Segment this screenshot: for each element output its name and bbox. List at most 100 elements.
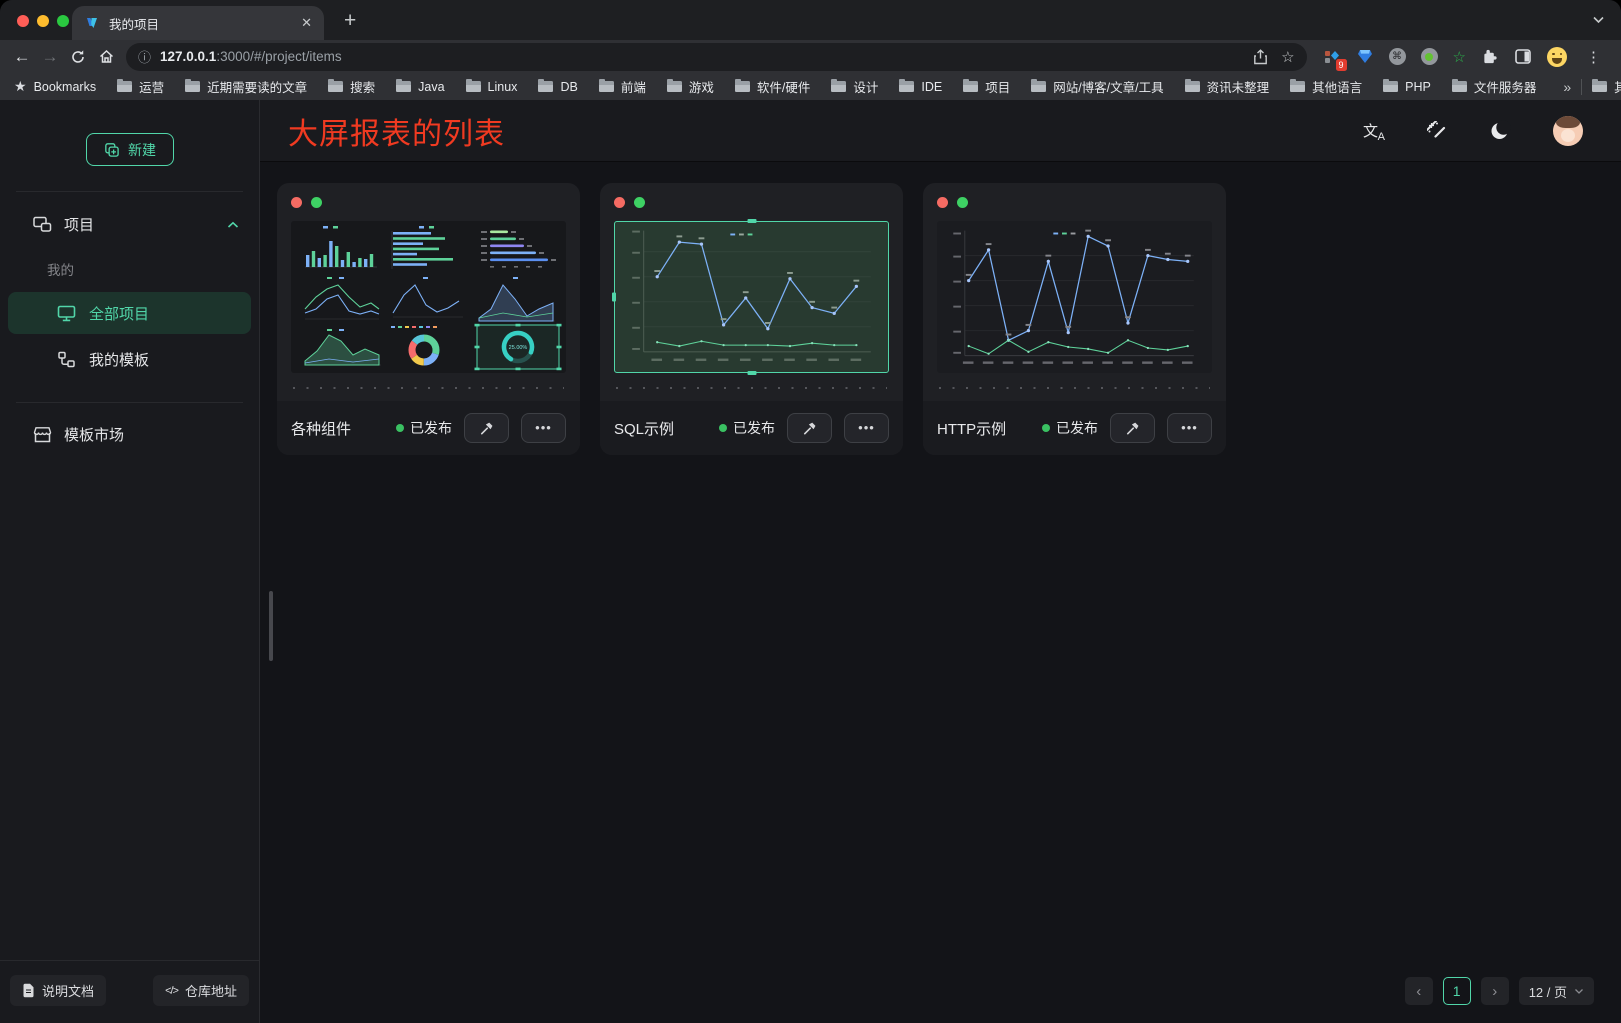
project-card-http[interactable]: HTTP示例 已发布 ••• (923, 183, 1226, 455)
card-footer: SQL示例 已发布 ••• (600, 401, 903, 455)
status-dot (719, 424, 727, 432)
dark-mode-moon-icon[interactable] (1489, 120, 1511, 142)
bookmark-folder[interactable]: 项目 (963, 77, 1010, 96)
components-preview-charts: 25.00% (293, 221, 565, 373)
bookmark-folder[interactable]: 运营 (117, 77, 164, 96)
card-footer: HTTP示例 已发布 ••• (923, 401, 1226, 455)
content-scrollbar-thumb[interactable] (269, 591, 273, 661)
app-header: 大屏报表的列表 文 A (260, 100, 1621, 162)
bookmark-folder[interactable]: Java (396, 80, 444, 94)
extension-grid-icon[interactable]: 9 (1323, 48, 1341, 66)
ellipsis-icon: ••• (1181, 423, 1198, 433)
publish-status: 已发布 (396, 418, 452, 438)
extensions-puzzle-icon[interactable] (1481, 48, 1499, 66)
favicon-goview-icon (84, 15, 100, 31)
more-options-button[interactable]: ••• (521, 413, 566, 443)
folder-icon (1452, 81, 1467, 92)
bookmark-folder[interactable]: 网站/博客/文章/工具 (1031, 77, 1163, 96)
project-card-components[interactable]: 25.00% 各种组件 已发布 (277, 183, 580, 455)
sidebar-group-projects[interactable]: 项目 (0, 192, 259, 235)
sidebar-item-all-projects[interactable]: 全部项目 (8, 292, 251, 334)
bookmark-folder[interactable]: 其他语言 (1290, 77, 1362, 96)
project-cards: 25.00% 各种组件 已发布 (277, 183, 1621, 455)
sidebar-item-template-market[interactable]: 模板市场 (0, 403, 259, 445)
tab-strip: 我的项目 ✕ + (0, 0, 1621, 40)
folder-icon (735, 81, 750, 92)
profile-avatar[interactable] (1547, 47, 1567, 67)
bookmark-folder[interactable]: PHP (1383, 80, 1431, 94)
http-preview-chart (937, 221, 1212, 373)
new-project-button[interactable]: 新建 (86, 133, 174, 166)
new-tab-button[interactable]: + (344, 11, 356, 31)
tab-search-chevron-icon[interactable] (1592, 15, 1605, 24)
docs-button[interactable]: 说明文档 (10, 975, 106, 1006)
extension-command-icon[interactable]: ⌘ (1389, 48, 1406, 65)
minimize-window-button[interactable] (37, 15, 49, 27)
bookmark-folder[interactable]: 游戏 (667, 77, 714, 96)
tab-close-icon[interactable]: ✕ (301, 15, 312, 31)
folder-icon (667, 81, 682, 92)
folder-icon (599, 81, 614, 92)
card-dotted-divider (293, 387, 564, 389)
prev-page-button[interactable]: ‹ (1405, 977, 1433, 1005)
project-card-sql[interactable]: SQL示例 已发布 ••• (600, 183, 903, 455)
bookmark-folder[interactable]: IDE (899, 80, 942, 94)
hammer-icon (478, 420, 495, 437)
browser-menu-icon[interactable]: ⋮ (1582, 48, 1605, 66)
bookmark-folder[interactable]: DB (538, 80, 577, 94)
side-panel-icon[interactable] (1514, 48, 1532, 66)
magic-wand-icon[interactable] (1427, 121, 1447, 141)
extension-recorder-icon[interactable] (1421, 48, 1438, 65)
bookmark-folder[interactable]: 近期需要读的文章 (185, 77, 307, 96)
bookmarks-overflow-chevron[interactable]: » (1563, 79, 1571, 95)
more-options-button[interactable]: ••• (1167, 413, 1212, 443)
bookmark-folder[interactable]: 搜索 (328, 77, 375, 96)
address-bar[interactable]: ⓘ 127.0.0.1:3000/#/project/items ☆ (126, 43, 1307, 71)
other-bookmarks[interactable]: 其他书签 (1592, 77, 1621, 96)
site-info-icon[interactable]: ⓘ (138, 47, 151, 66)
header-actions: 文 A (1363, 116, 1583, 146)
sql-preview-chart (614, 221, 889, 373)
bookmarks-root[interactable]: ★Bookmarks (14, 78, 96, 95)
publish-status: 已发布 (719, 418, 775, 438)
bookmark-folder[interactable]: 设计 (831, 77, 878, 96)
pagination: ‹ 1 › 12 / 页 (1405, 977, 1594, 1005)
page-size-select[interactable]: 12 / 页 (1519, 977, 1594, 1005)
edit-hammer-button[interactable] (464, 413, 509, 443)
card-dotted-divider (939, 387, 1210, 389)
browser-toolbar: ← → ⓘ 127.0.0.1:3000/#/project/items ☆ 9… (0, 40, 1621, 73)
bookmark-folder[interactable]: 文件服务器 (1452, 77, 1537, 96)
extension-badge: 9 (1336, 59, 1347, 71)
card-name: 各种组件 (291, 418, 351, 439)
sidebar-item-my-templates[interactable]: 我的模板 (8, 338, 251, 380)
edit-hammer-button[interactable] (1110, 413, 1155, 443)
card-traffic-dots (937, 197, 1212, 208)
bookmark-folder[interactable]: 资讯未整理 (1185, 77, 1270, 96)
edit-hammer-button[interactable] (787, 413, 832, 443)
gauge-value: 25.00% (508, 345, 527, 351)
extension-gem-icon[interactable] (1356, 48, 1374, 66)
browser-window: 我的项目 ✕ + ← → ⓘ 127.0.0.1:3000/#/project/… (0, 0, 1621, 1023)
bookmark-folder[interactable]: 前端 (599, 77, 646, 96)
bookmark-folder[interactable]: 软件/硬件 (735, 77, 810, 96)
reload-button[interactable] (64, 43, 92, 71)
folder-icon (117, 81, 132, 92)
repo-button[interactable]: </> 仓库地址 (153, 975, 249, 1006)
forward-button[interactable]: → (36, 43, 64, 71)
share-icon[interactable] (1253, 49, 1268, 65)
folder-icon (963, 81, 978, 92)
close-window-button[interactable] (17, 15, 29, 27)
current-page-button[interactable]: 1 (1443, 977, 1471, 1005)
more-options-button[interactable]: ••• (844, 413, 889, 443)
extension-star-icon[interactable]: ☆ (1453, 48, 1466, 66)
next-page-button[interactable]: › (1481, 977, 1509, 1005)
zoom-window-button[interactable] (57, 15, 69, 27)
home-button[interactable] (92, 43, 120, 71)
user-avatar[interactable] (1553, 116, 1583, 146)
monitor-icon (56, 304, 77, 323)
back-button[interactable]: ← (8, 43, 36, 71)
bookmark-folder[interactable]: Linux (466, 80, 518, 94)
bookmark-star-icon[interactable]: ☆ (1277, 48, 1298, 66)
language-icon[interactable]: 文 A (1363, 121, 1385, 141)
browser-tab[interactable]: 我的项目 ✕ (72, 6, 324, 40)
